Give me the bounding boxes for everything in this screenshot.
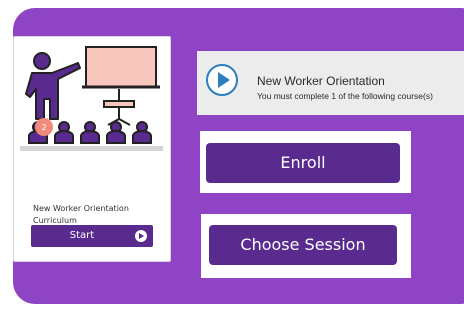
start-button[interactable]: Start <box>31 225 153 247</box>
course-requirement-text: You must complete 1 of the following cou… <box>257 91 433 101</box>
course-item[interactable]: New Worker Orientation You must complete… <box>197 51 464 115</box>
choose-session-container: Choose Session <box>201 214 411 278</box>
enroll-button[interactable]: Enroll <box>206 143 400 183</box>
enroll-container: Enroll <box>200 131 411 193</box>
play-icon <box>135 230 147 242</box>
start-button-label: Start <box>69 230 95 241</box>
play-circle-icon[interactable] <box>205 63 239 97</box>
count-badge: 2 <box>35 118 53 136</box>
course-title: New Worker Orientation <box>257 74 385 88</box>
curriculum-title: New Worker Orientation Curriculum <box>33 203 153 227</box>
svg-text:2: 2 <box>41 123 46 132</box>
curriculum-thumbnail: 2 <box>20 43 163 151</box>
choose-session-button[interactable]: Choose Session <box>209 225 397 265</box>
curriculum-title-line1: New Worker Orientation <box>33 204 129 213</box>
classroom-presentation-icon: 2 <box>25 46 160 144</box>
